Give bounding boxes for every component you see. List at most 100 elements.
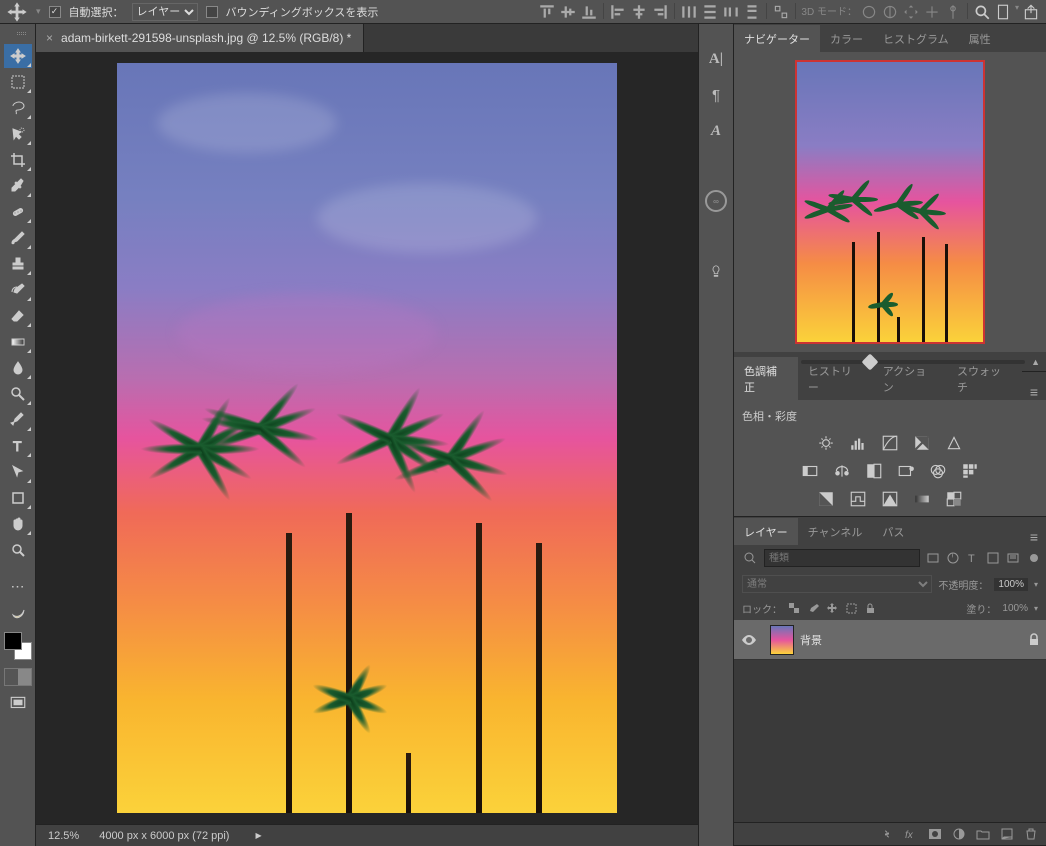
lightbulb-icon[interactable]: [705, 260, 727, 282]
photo-filter-icon[interactable]: [897, 462, 915, 480]
gradient-tool[interactable]: [4, 330, 32, 354]
filter-shape-icon[interactable]: [986, 551, 1000, 565]
eraser-tool[interactable]: [4, 304, 32, 328]
distribute-h2-icon[interactable]: [722, 3, 740, 21]
filter-type-icon[interactable]: T: [966, 551, 980, 565]
auto-select-checkbox[interactable]: ✓: [49, 6, 61, 18]
filter-smart-icon[interactable]: [1006, 551, 1020, 565]
3d-slide-icon[interactable]: [923, 3, 941, 21]
move-tool[interactable]: [4, 44, 32, 68]
folder-icon[interactable]: [976, 827, 990, 841]
status-caret-icon[interactable]: ▶: [255, 831, 261, 840]
blend-mode-select[interactable]: 通常: [742, 575, 932, 593]
banana-icon[interactable]: [4, 600, 32, 624]
threshold-icon[interactable]: [881, 490, 899, 508]
bounding-box-checkbox[interactable]: [206, 6, 218, 18]
glyphs-panel-icon[interactable]: A: [705, 120, 727, 142]
align-vcenter-icon[interactable]: [559, 3, 577, 21]
screen-mode-icon[interactable]: [6, 694, 30, 712]
gradient-map-icon[interactable]: [913, 490, 931, 508]
canvas[interactable]: [36, 52, 698, 824]
color-tab[interactable]: カラー: [820, 25, 873, 52]
lock-artboard-icon[interactable]: [845, 602, 858, 615]
link-layers-icon[interactable]: [880, 827, 894, 841]
healing-tool[interactable]: [4, 200, 32, 224]
layers-tab[interactable]: レイヤー: [734, 518, 798, 545]
opacity-value[interactable]: 100%: [994, 578, 1028, 591]
3d-pan-icon[interactable]: [902, 3, 920, 21]
filter-pixel-icon[interactable]: [926, 551, 940, 565]
layer-style-icon[interactable]: fx: [904, 827, 918, 841]
search-icon[interactable]: [973, 3, 991, 21]
close-tab-icon[interactable]: ×: [46, 31, 53, 45]
layer-name[interactable]: 背景: [800, 632, 1022, 648]
posterize-icon[interactable]: [849, 490, 867, 508]
crop-tool[interactable]: [4, 148, 32, 172]
selective-color-icon[interactable]: [945, 490, 963, 508]
edit-toolbar[interactable]: ⋯: [4, 574, 32, 598]
lasso-tool[interactable]: [4, 96, 32, 120]
color-swatch[interactable]: [4, 632, 32, 660]
layer-search-input[interactable]: [764, 549, 920, 567]
brush-tool[interactable]: [4, 226, 32, 250]
channels-tab[interactable]: チャンネル: [798, 518, 873, 545]
navigator-tab[interactable]: ナビゲーター: [734, 25, 820, 52]
auto-select-dropdown[interactable]: レイヤー: [132, 3, 198, 21]
paragraph-panel-icon[interactable]: ¶: [705, 84, 727, 106]
channel-mixer-icon[interactable]: [929, 462, 947, 480]
shape-tool[interactable]: [4, 486, 32, 510]
filter-toggle[interactable]: [1030, 554, 1038, 562]
hand-tool[interactable]: [4, 512, 32, 536]
lock-image-icon[interactable]: [807, 602, 820, 615]
3d-roll-icon[interactable]: [881, 3, 899, 21]
adjustment-layer-icon[interactable]: [952, 827, 966, 841]
lock-all-icon[interactable]: [864, 602, 877, 615]
histogram-tab[interactable]: ヒストグラム: [873, 25, 959, 52]
fill-value[interactable]: 100%: [1002, 603, 1028, 614]
3d-orbit-icon[interactable]: [860, 3, 878, 21]
auto-align-icon[interactable]: [772, 3, 790, 21]
paths-tab[interactable]: パス: [872, 518, 914, 545]
path-select-tool[interactable]: [4, 460, 32, 484]
document-tab[interactable]: × adam-birkett-291598-unsplash.jpg @ 12.…: [36, 24, 364, 52]
brightness-icon[interactable]: [817, 434, 835, 452]
properties-tab[interactable]: 属性: [959, 25, 1001, 52]
lock-position-icon[interactable]: [826, 602, 839, 615]
levels-icon[interactable]: [849, 434, 867, 452]
layer-mask-icon[interactable]: [928, 827, 942, 841]
hue-sat-icon[interactable]: [801, 462, 819, 480]
vibrance-icon[interactable]: [945, 434, 963, 452]
align-top-icon[interactable]: [538, 3, 556, 21]
character-panel-icon[interactable]: A|: [705, 48, 727, 70]
marquee-tool[interactable]: [4, 70, 32, 94]
align-hcenter-icon[interactable]: [630, 3, 648, 21]
panel-menu-icon[interactable]: ≡: [1022, 384, 1046, 400]
history-brush-tool[interactable]: [4, 278, 32, 302]
share-icon[interactable]: [1022, 3, 1040, 21]
align-right-icon[interactable]: [651, 3, 669, 21]
zoom-in-icon[interactable]: ▲: [1031, 357, 1040, 367]
align-bottom-icon[interactable]: [580, 3, 598, 21]
layer-lock-icon[interactable]: [1022, 633, 1046, 647]
invert-icon[interactable]: [817, 490, 835, 508]
eyedropper-tool[interactable]: [4, 174, 32, 198]
dodge-tool[interactable]: [4, 382, 32, 406]
distribute-h-icon[interactable]: [680, 3, 698, 21]
color-balance-icon[interactable]: [833, 462, 851, 480]
lock-transparency-icon[interactable]: [788, 602, 801, 615]
exposure-icon[interactable]: [913, 434, 931, 452]
layer-row[interactable]: 背景: [734, 620, 1046, 660]
layer-thumbnail[interactable]: [770, 625, 794, 655]
quick-mask-toggle[interactable]: [4, 668, 32, 686]
zoom-tool[interactable]: [4, 538, 32, 562]
distribute-v2-icon[interactable]: [743, 3, 761, 21]
quick-select-tool[interactable]: [4, 122, 32, 146]
visibility-toggle[interactable]: [734, 634, 764, 646]
navigator-preview[interactable]: [795, 60, 985, 344]
pen-tool[interactable]: [4, 408, 32, 432]
blur-tool[interactable]: [4, 356, 32, 380]
filter-adjustment-icon[interactable]: [946, 551, 960, 565]
status-zoom[interactable]: 12.5%: [48, 830, 79, 842]
stamp-tool[interactable]: [4, 252, 32, 276]
type-tool[interactable]: T: [4, 434, 32, 458]
